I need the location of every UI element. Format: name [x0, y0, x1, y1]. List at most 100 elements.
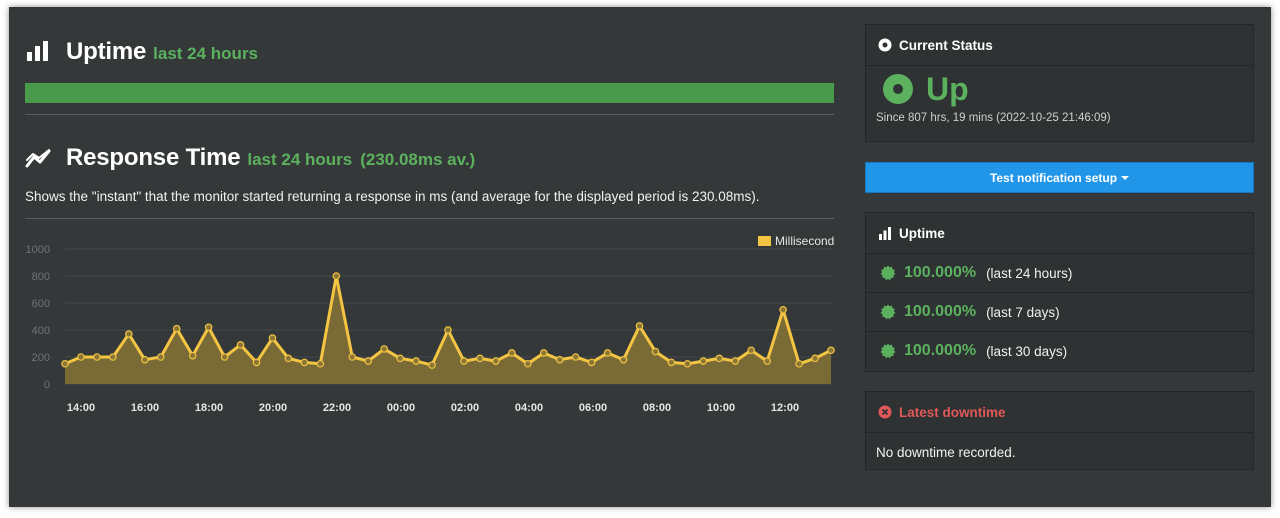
- y-tick-label: 1000: [26, 244, 50, 256]
- section-divider: [25, 114, 834, 115]
- y-tick-label: 0: [44, 379, 50, 391]
- data-point: [188, 351, 197, 360]
- legend-label: Milliseconds: [775, 234, 835, 248]
- uptime-period: (last 7 days): [986, 304, 1060, 320]
- uptime-subtitle: last 24 hours: [153, 44, 259, 63]
- data-point: [412, 357, 420, 365]
- uptime-period: (last 30 days): [986, 343, 1068, 359]
- certificate-icon: [880, 343, 896, 359]
- data-point: [61, 359, 69, 368]
- data-point: [539, 349, 548, 357]
- times-circle-icon: [878, 405, 892, 419]
- current-status-header: Current Status: [866, 25, 1253, 66]
- data-point: [651, 347, 660, 356]
- response-average: (230.08ms av.): [360, 150, 476, 169]
- x-tick-label: 22:00: [323, 402, 351, 414]
- x-tick-label: 12:00: [771, 402, 799, 414]
- x-tick-label: 08:00: [643, 402, 671, 414]
- uptime-panel-header: Uptime: [866, 213, 1253, 254]
- bar-chart-icon: [879, 226, 891, 240]
- x-tick-label: 10:00: [707, 402, 735, 414]
- data-point: [77, 353, 85, 361]
- certificate-icon: [880, 265, 896, 281]
- certificate-icon: [880, 304, 896, 320]
- status-state-row: Up: [866, 66, 1253, 112]
- status-state: Up: [926, 70, 969, 107]
- caret-down-icon: [1121, 175, 1130, 180]
- x-tick-label: 00:00: [387, 402, 415, 414]
- data-point: [619, 355, 628, 364]
- data-point: [284, 354, 293, 363]
- data-point: [699, 357, 708, 365]
- data-point: [172, 324, 181, 333]
- x-tick-label: 02:00: [451, 402, 479, 414]
- data-point: [428, 361, 436, 369]
- data-point: [683, 359, 692, 368]
- uptime-title: Uptime: [66, 38, 147, 65]
- y-tick-label: 800: [32, 271, 50, 283]
- data-point: [587, 358, 596, 367]
- chart-divider: [25, 218, 834, 219]
- response-title: Response Time: [66, 144, 241, 171]
- data-point: [396, 354, 404, 363]
- data-point: [268, 334, 277, 342]
- data-point: [125, 330, 133, 338]
- x-tick-label: 06:00: [579, 402, 607, 414]
- test-notification-button[interactable]: Test notification setup: [865, 162, 1254, 193]
- data-point: [763, 357, 771, 365]
- data-point: [508, 349, 516, 357]
- data-point: [747, 346, 756, 355]
- data-point: [523, 359, 532, 368]
- data-point: [156, 353, 165, 361]
- data-point: [300, 358, 309, 367]
- x-tick-label: 18:00: [195, 402, 223, 414]
- dot-circle-icon: [878, 38, 892, 52]
- test-notification-label: Test notification setup: [989, 170, 1118, 185]
- data-point: [460, 357, 468, 365]
- x-tick-label: 20:00: [259, 402, 287, 414]
- data-point: [220, 353, 229, 361]
- data-point: [444, 326, 452, 334]
- uptime-row-7d: 100.000% (last 7 days): [866, 293, 1253, 332]
- uptime-percentage: 100.000%: [904, 342, 977, 359]
- uptime-percentage: 100.000%: [904, 264, 977, 281]
- data-point: [795, 359, 803, 368]
- data-point: [827, 346, 835, 355]
- data-point: [348, 353, 357, 361]
- uptime-period: (last 24 hours): [986, 265, 1073, 281]
- data-point: [316, 359, 325, 368]
- data-point: [93, 353, 101, 361]
- data-point: [476, 354, 484, 363]
- monitor-dashboard: Uptime last 24 hours Response Time last …: [9, 7, 1271, 507]
- data-point: [332, 272, 341, 280]
- data-point: [555, 355, 564, 364]
- latest-downtime-header: Latest downtime: [866, 392, 1253, 433]
- data-point: [492, 357, 500, 365]
- uptime-row-24h: 100.000% (last 24 hours): [866, 254, 1253, 293]
- response-time-chart: 0 200 400 600 800 1000 14:00 16:00 18:00 20:00 22:…: [26, 234, 835, 414]
- status-up-icon: [883, 74, 913, 104]
- current-status-panel: Current Status Up Since 807 hrs, 19 mins…: [865, 24, 1254, 142]
- uptime-row-30d: 100.000% (last 30 days): [866, 332, 1253, 370]
- data-point: [236, 341, 245, 349]
- data-point: [667, 358, 676, 367]
- data-point: [109, 353, 117, 361]
- data-point: [140, 355, 149, 364]
- uptime-bar: [25, 83, 834, 103]
- data-point: [252, 358, 261, 367]
- uptime-panel: Uptime 100.000% (last 24 hours) 100.000%…: [865, 212, 1254, 372]
- legend-swatch: [758, 236, 771, 246]
- y-tick-label: 200: [32, 352, 50, 364]
- x-tick-label: 14:00: [67, 402, 95, 414]
- x-tick-label: 16:00: [131, 402, 159, 414]
- data-point: [811, 354, 819, 363]
- data-point: [571, 353, 580, 361]
- uptime-percentage: 100.000%: [904, 303, 977, 320]
- data-point: [779, 305, 787, 314]
- response-heading: Response Time last 24 hours (230.08ms av…: [66, 144, 475, 172]
- data-point: [715, 354, 724, 363]
- data-point: [731, 357, 740, 365]
- uptime-panel-title: Uptime: [899, 225, 945, 241]
- response-subtitle: last 24 hours: [247, 150, 353, 169]
- y-tick-label: 400: [32, 325, 50, 337]
